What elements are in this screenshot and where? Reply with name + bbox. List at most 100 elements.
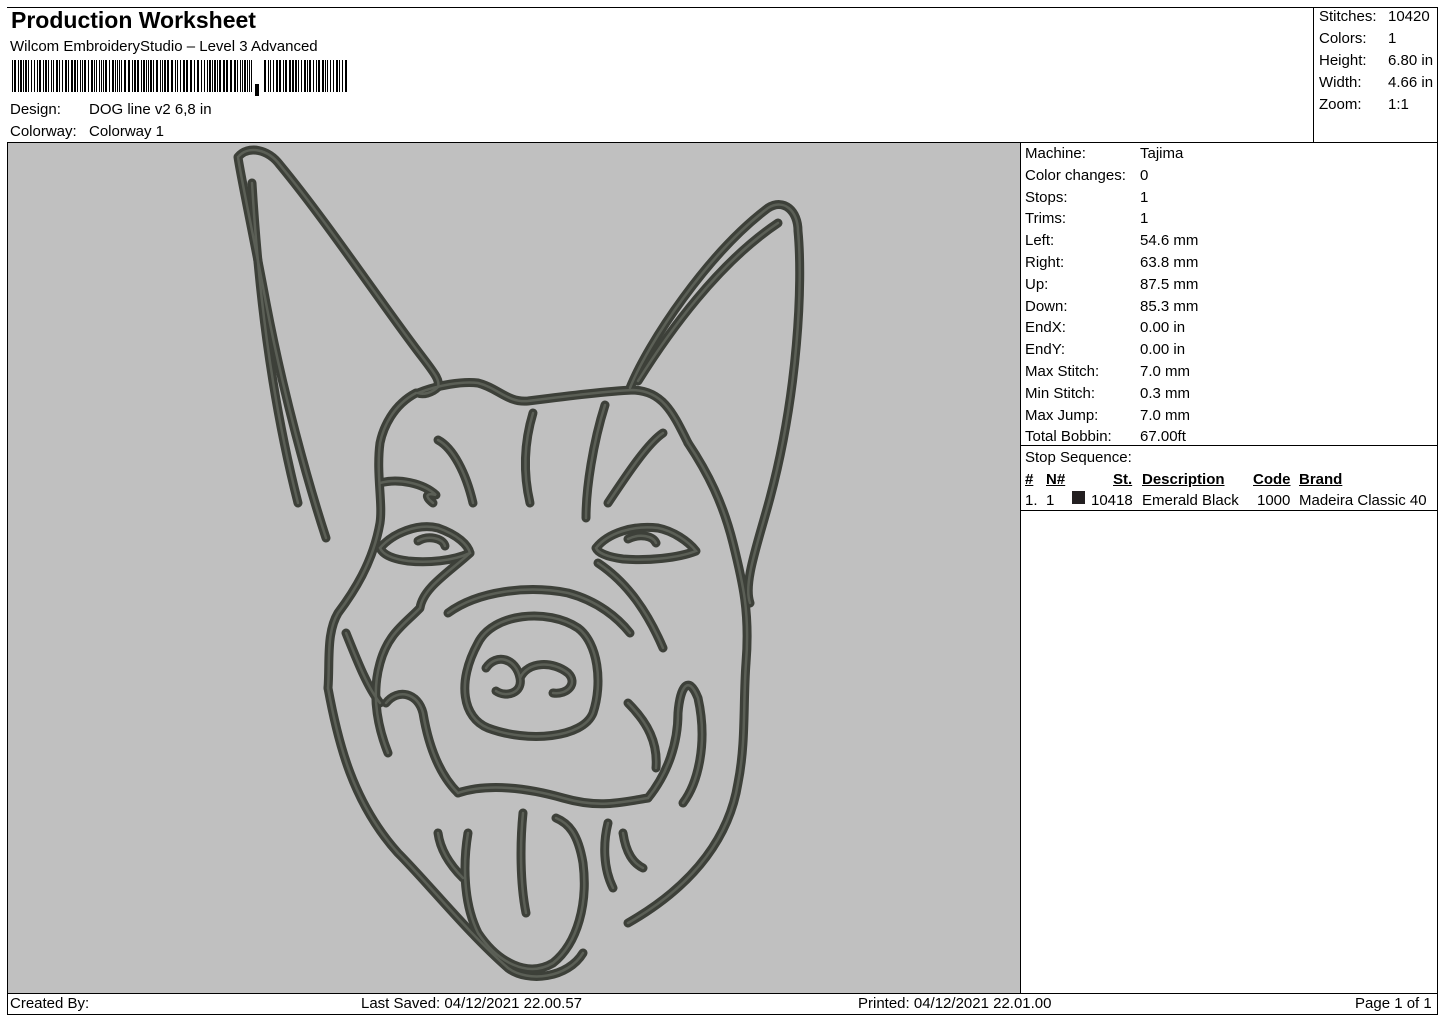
- barcode-bar: [117, 60, 118, 92]
- barcode-bar: [285, 60, 287, 92]
- barcode-bar: [162, 60, 163, 92]
- barcode-bar: [175, 60, 176, 92]
- barcode-bar: [91, 60, 93, 92]
- barcode-bar: [68, 60, 69, 92]
- side-panel-divider: [1020, 142, 1021, 993]
- summary-zoom-label: Zoom:: [1319, 96, 1362, 113]
- barcode-bar: [134, 60, 136, 92]
- barcode-bar: [197, 60, 199, 92]
- barcode-bar: [62, 60, 63, 92]
- barcode-bar: [34, 60, 35, 92]
- machine-info-label: EndX:: [1025, 319, 1066, 337]
- left-jaw: [323, 683, 588, 981]
- summary-height-value: 6.80 in: [1388, 52, 1434, 69]
- barcode-bar: [37, 60, 38, 92]
- barcode-bar: [325, 60, 326, 92]
- left-lip-curl: [433, 828, 468, 883]
- barcode-bar: [264, 60, 266, 92]
- barcode-bar: [204, 60, 205, 92]
- barcode-bar: [309, 60, 311, 92]
- barcode-bar: [186, 60, 188, 92]
- machine-info-value: 7.0 mm: [1140, 363, 1191, 380]
- barcode-bar: [307, 60, 308, 92]
- col-header-code: Code: [1253, 471, 1291, 488]
- machine-info-value: 63.8 mm: [1140, 254, 1199, 271]
- barcode-bar: [237, 60, 238, 92]
- barcode-bar: [171, 60, 173, 92]
- page-title: Production Worksheet: [11, 7, 256, 33]
- row-stitches: 10418: [1091, 492, 1133, 509]
- barcode-bar: [119, 60, 120, 92]
- summary-stitches-label: Stitches:: [1319, 8, 1377, 25]
- barcode-bar: [279, 60, 281, 92]
- barcode-bar: [339, 60, 340, 92]
- thread-color-swatch: [1072, 491, 1085, 504]
- right-forehead-mark: [581, 400, 610, 523]
- barcode-bar: [141, 60, 142, 92]
- col-header-needle: N#: [1046, 471, 1066, 488]
- left-brow-line: [375, 476, 441, 508]
- barcode-bar: [82, 60, 83, 92]
- colorway-label: Colorway:: [10, 123, 77, 140]
- col-header-brand: Brand: [1299, 471, 1343, 488]
- machine-info-value: 67.00ft: [1140, 428, 1186, 446]
- barcode-bar: [99, 60, 100, 92]
- barcode-bar: [94, 60, 95, 92]
- barcode-comma-mark: [255, 84, 259, 96]
- barcode-bar: [53, 60, 54, 92]
- software-name: Wilcom EmbroideryStudio – Level 3 Advanc…: [10, 38, 318, 55]
- barcode-bar: [180, 60, 181, 92]
- stitch-highlight-line: [384, 693, 460, 795]
- barcode-bar: [101, 60, 102, 92]
- barcode-bar: [156, 60, 158, 92]
- barcode-bar: [190, 60, 192, 92]
- left-brow-mark: [433, 435, 478, 508]
- machine-info-value: Tajima: [1140, 145, 1184, 162]
- barcode-bar: [177, 60, 178, 92]
- frame-footer-divider: [7, 993, 1438, 994]
- barcode-bar: [88, 60, 89, 92]
- barcode-bar: [295, 60, 297, 92]
- summary-colors-label: Colors:: [1319, 30, 1367, 47]
- barcode-bar: [137, 60, 139, 92]
- barcode-bar: [121, 60, 122, 92]
- head-left-side: [323, 388, 421, 693]
- design-preview: [8, 143, 1020, 993]
- machine-info-value: 87.5 mm: [1140, 275, 1199, 293]
- barcode-bar: [105, 60, 107, 92]
- nose-nostrils: [481, 654, 577, 699]
- machine-info-value: 0.00 in: [1140, 341, 1186, 359]
- design-label: Design:: [10, 101, 61, 118]
- footer-printed: Printed: 04/12/2021 22.01.00: [858, 995, 1052, 1012]
- machine-info-value: 0.3 mm: [1140, 384, 1191, 402]
- col-header-description: Description: [1142, 471, 1225, 488]
- barcode-bar: [164, 60, 166, 92]
- barcode-bar: [103, 60, 104, 92]
- barcode-bar: [56, 60, 58, 92]
- barcode-bar: [115, 60, 116, 92]
- barcode-bar: [153, 60, 154, 92]
- summary-zoom-value: 1:1: [1388, 96, 1409, 113]
- barcode-bar: [244, 60, 246, 92]
- barcode-bar: [65, 60, 67, 92]
- barcode-bar: [214, 60, 216, 92]
- barcode-bar: [112, 60, 114, 92]
- barcode-bar: [148, 60, 149, 92]
- machine-info-label: Max Stitch:: [1025, 363, 1100, 380]
- barcode-bar: [128, 60, 130, 92]
- summary-width-value: 4.66 in: [1388, 74, 1434, 91]
- barcode-bar: [336, 60, 338, 92]
- machine-info-value: 0: [1140, 166, 1149, 184]
- machine-info-value: 54.6 mm: [1140, 232, 1199, 250]
- summary-stitches-value: 10420: [1388, 8, 1430, 25]
- barcode-bar: [146, 60, 147, 92]
- summary-colors-value: 1: [1388, 30, 1397, 47]
- barcode-bar: [194, 60, 195, 92]
- barcode-bar: [276, 60, 278, 92]
- barcode-bar: [39, 60, 41, 92]
- barcode-bar: [25, 60, 27, 92]
- barcode-bar: [23, 60, 24, 92]
- barcode-bar: [345, 60, 347, 92]
- footer-created-by: Created By:: [10, 995, 90, 1012]
- machine-info-label: Max Jump:: [1025, 406, 1099, 424]
